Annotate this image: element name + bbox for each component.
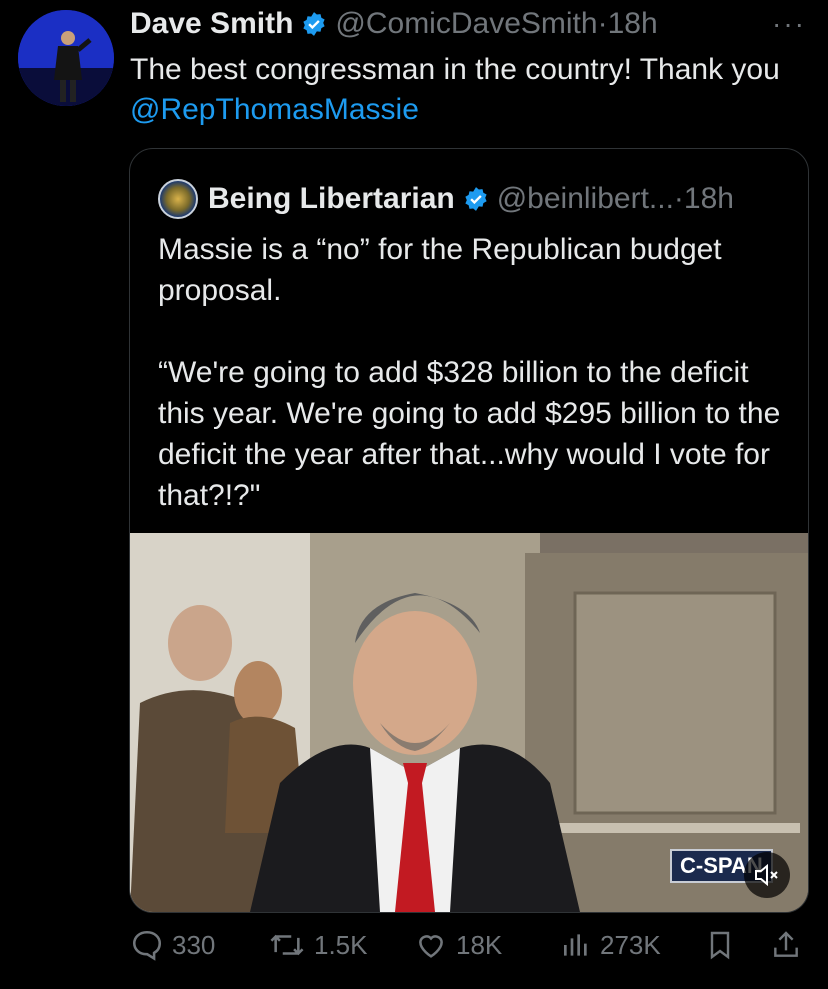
share-button[interactable] xyxy=(770,928,810,962)
quoted-avatar xyxy=(158,179,198,219)
author-avatar[interactable] xyxy=(18,10,114,106)
tweet-header: Dave Smith @ComicDaveSmith · 18h xyxy=(130,6,658,42)
action-bar: 330 1.5K 18K 273K xyxy=(130,928,810,968)
like-button[interactable]: 18K xyxy=(414,928,502,962)
mention-link[interactable]: @RepThomasMassie xyxy=(130,93,419,126)
quoted-tweet[interactable]: Being Libertarian @beinlibert... · 18h M… xyxy=(129,148,809,913)
quoted-video[interactable]: C-SPAN xyxy=(130,533,808,912)
reply-button[interactable]: 330 xyxy=(130,928,215,962)
share-icon xyxy=(774,931,798,957)
repost-count: 1.5K xyxy=(314,929,368,960)
author-handle[interactable]: @ComicDaveSmith xyxy=(335,7,597,41)
repost-button[interactable]: 1.5K xyxy=(268,928,368,962)
verified-badge-icon xyxy=(463,186,489,212)
reply-icon xyxy=(132,930,162,961)
tweet-text: The best congressman in the country! Tha… xyxy=(130,50,790,130)
more-options-icon[interactable]: ··· xyxy=(772,8,806,40)
quoted-text: Massie is a “no” for the Republican budg… xyxy=(158,233,781,512)
bookmark-button[interactable] xyxy=(704,928,744,962)
views-button[interactable]: 273K xyxy=(560,928,661,962)
tweet-body: The best congressman in the country! Tha… xyxy=(130,53,780,86)
like-count: 18K xyxy=(456,929,503,960)
separator-dot: · xyxy=(597,7,608,40)
views-count: 273K xyxy=(600,929,661,960)
tweet-time[interactable]: 18h xyxy=(608,7,658,41)
bookmark-icon xyxy=(710,931,730,960)
views-icon xyxy=(564,934,587,956)
quoted-name: Being Libertarian xyxy=(208,182,455,215)
separator-dot: · xyxy=(673,182,684,215)
quoted-handle: @beinlibert... xyxy=(496,182,674,215)
author-name[interactable]: Dave Smith xyxy=(130,7,293,41)
verified-badge-icon xyxy=(301,11,327,37)
repost-icon xyxy=(270,934,304,956)
mute-icon[interactable] xyxy=(744,852,790,898)
quoted-header: Being Libertarian @beinlibert... · 18h xyxy=(158,179,734,219)
reply-count: 330 xyxy=(172,929,216,960)
quoted-time: 18h xyxy=(683,182,734,215)
heart-icon xyxy=(419,935,443,958)
